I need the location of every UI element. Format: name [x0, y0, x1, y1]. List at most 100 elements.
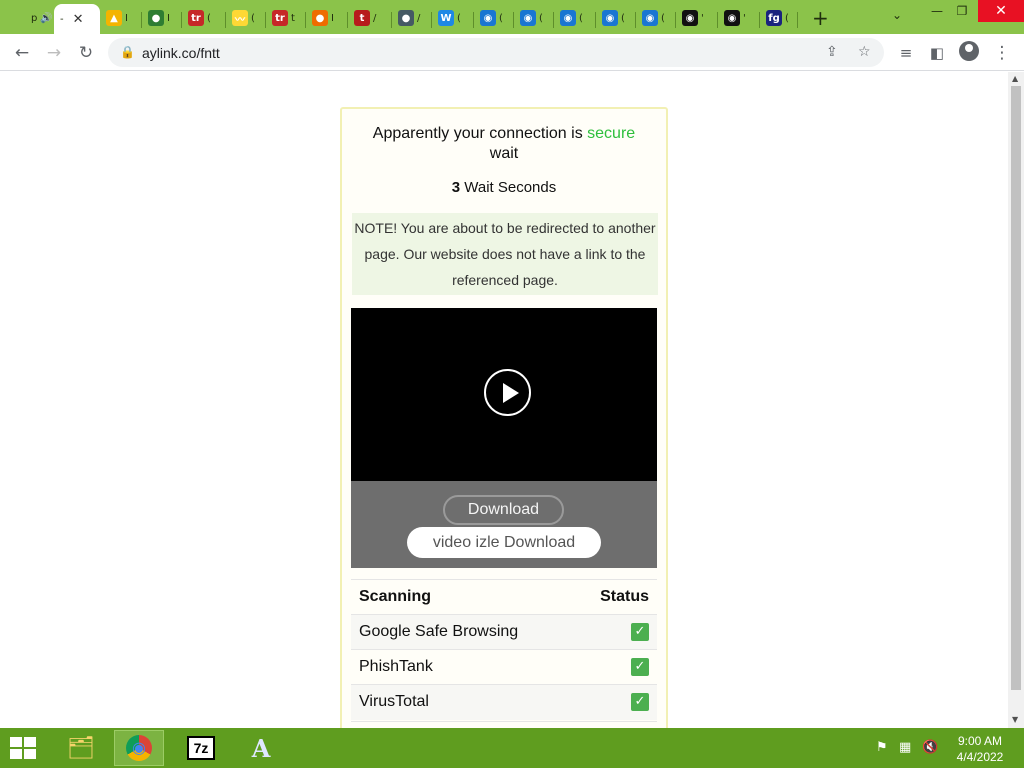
tab-14[interactable]: ◉(: [554, 4, 596, 32]
tab-favicon-icon: ▲: [106, 10, 122, 26]
taskbar-7zip-button[interactable]: 7z: [176, 730, 226, 766]
media-control-icon[interactable]: ≡: [895, 42, 917, 64]
tab-13[interactable]: ◉(: [514, 4, 554, 32]
tab-title: (: [207, 12, 211, 24]
tab-17[interactable]: ◉ ': [676, 4, 718, 32]
video-player[interactable]: [351, 308, 657, 481]
tab-favicon-icon: t: [354, 10, 370, 26]
taskbar-app-a-button[interactable]: A: [236, 730, 286, 766]
new-tab-button[interactable]: +: [812, 6, 829, 30]
table-row: VirusTotal ✓: [351, 684, 657, 720]
tab-title: p: [31, 12, 38, 24]
network-icon[interactable]: ▦: [899, 740, 911, 755]
tab-title: /: [373, 12, 377, 24]
tab-favicon-icon: tr: [188, 10, 204, 26]
tab-10[interactable]: ● /: [392, 4, 432, 32]
windows-start-icon[interactable]: [10, 737, 38, 761]
tab-7[interactable]: tr t: [266, 4, 306, 32]
play-triangle: [503, 383, 519, 403]
table-continuation: [351, 721, 657, 728]
tab-8[interactable]: ● I: [306, 4, 348, 32]
taskbar-file-explorer-button[interactable]: 🗂: [56, 730, 106, 766]
page-viewport: Apparently your connection is secure wai…: [0, 72, 1008, 728]
tab-favicon-icon: ◉: [602, 10, 618, 26]
scanning-header: Scanning: [351, 579, 575, 615]
tab-title: (: [457, 12, 461, 24]
system-clock[interactable]: 9:00 AM 4/4/2022: [948, 733, 1012, 765]
tab-favicon-icon: fg: [766, 10, 782, 26]
scrollbar-thumb[interactable]: [1011, 86, 1021, 690]
play-icon[interactable]: [484, 369, 531, 416]
check-icon: ✓: [631, 693, 649, 712]
tab-title: (: [251, 12, 255, 24]
timer-count: 3: [451, 179, 461, 196]
tab-6[interactable]: 〰(: [226, 4, 266, 32]
redirect-card: Apparently your connection is secure wai…: [340, 107, 668, 728]
tab-3[interactable]: ▲ I: [100, 4, 142, 32]
action-center-flag-icon[interactable]: ⚑: [876, 740, 888, 755]
menu-icon[interactable]: ⋮: [991, 42, 1013, 64]
tab-title: (: [539, 12, 543, 24]
tab-19[interactable]: fg(: [760, 4, 798, 32]
scroll-up-arrow-icon[interactable]: ▲: [1012, 74, 1018, 83]
back-button[interactable]: ←: [11, 42, 33, 64]
video-izle-download-button[interactable]: video izle Download: [407, 527, 601, 558]
profile-avatar[interactable]: [959, 41, 979, 61]
download-panel: Download video izle Download: [351, 481, 657, 568]
redirect-note: NOTE! You are about to be redirected to …: [352, 213, 658, 295]
tab-favicon-icon: W: [438, 10, 454, 26]
table-row: Google Safe Browsing ✓: [351, 614, 657, 650]
side-panel-icon[interactable]: ◧: [926, 42, 948, 64]
url-text[interactable]: aylink.co/fntt: [142, 45, 220, 61]
forward-button[interactable]: →: [43, 42, 65, 64]
taskbar-chrome-button[interactable]: ◉: [114, 730, 164, 766]
restore-button[interactable]: ❐: [945, 0, 979, 22]
scroll-down-arrow-icon[interactable]: ▼: [1012, 715, 1018, 724]
tab-title: I: [331, 12, 334, 24]
close-tab-icon[interactable]: ✕: [73, 12, 84, 27]
tab-title: I: [167, 12, 170, 24]
scan-name: VirusTotal: [351, 684, 575, 720]
tab-title: (: [785, 12, 789, 24]
tab-title: I: [125, 12, 128, 24]
tab-title: (: [499, 12, 503, 24]
tab-favicon-icon: [12, 10, 28, 26]
tab-favicon-icon: ●: [312, 10, 328, 26]
tab-16[interactable]: ◉(: [636, 4, 676, 32]
tab-4[interactable]: ● I: [142, 4, 182, 32]
tab-5[interactable]: tr(: [182, 4, 226, 32]
share-icon[interactable]: ⇪: [826, 44, 838, 60]
download-button[interactable]: Download: [443, 495, 564, 525]
file-explorer-icon: 🗂: [67, 735, 95, 761]
lock-icon[interactable]: 🔒: [120, 45, 135, 59]
reload-button[interactable]: ↻: [75, 42, 97, 64]
tab-favicon-icon: ◉: [520, 10, 536, 26]
tab-favicon-icon: ●: [398, 10, 414, 26]
bookmark-star-icon[interactable]: ☆: [858, 44, 871, 60]
tab-strip: p 🔊 - ✕ ▲ I ● Itr(〰(tr t ● It / ● / W(◉(◉(◉(◉(◉(◉ ' ◉ ' fg…: [0, 0, 1024, 34]
address-bar[interactable]: 🔒 aylink.co/fntt ⇪ ☆: [108, 38, 884, 67]
tab-11[interactable]: W(: [432, 4, 474, 32]
check-icon: ✓: [631, 657, 649, 676]
tab-title: ': [701, 12, 704, 24]
tab-2-active[interactable]: - ✕: [54, 4, 100, 34]
tab-favicon-icon: ◉: [682, 10, 698, 26]
clock-time: 9:00 AM: [957, 734, 1003, 748]
tab-12[interactable]: ◉(: [474, 4, 514, 32]
tab-15[interactable]: ◉(: [596, 4, 636, 32]
vertical-scrollbar[interactable]: ▲ ▼: [1008, 72, 1024, 728]
close-window-button[interactable]: ✕: [978, 0, 1024, 22]
tab-1[interactable]: p 🔊: [6, 4, 54, 32]
7zip-icon: 7z: [187, 736, 215, 760]
audio-playing-icon[interactable]: 🔊: [40, 13, 52, 24]
tab-title: /: [417, 12, 421, 24]
tab-9[interactable]: t /: [348, 4, 392, 32]
tab-favicon-icon: tr: [272, 10, 288, 26]
chrome-icon: ◉: [126, 735, 152, 761]
scan-name: Google Safe Browsing: [351, 614, 575, 650]
tab-18[interactable]: ◉ ': [718, 4, 760, 32]
tab-separator: [797, 12, 798, 28]
clock-date: 4/4/2022: [956, 750, 1004, 764]
tab-search-button[interactable]: ⌄: [892, 8, 902, 22]
volume-muted-icon[interactable]: 🔇: [922, 740, 938, 755]
